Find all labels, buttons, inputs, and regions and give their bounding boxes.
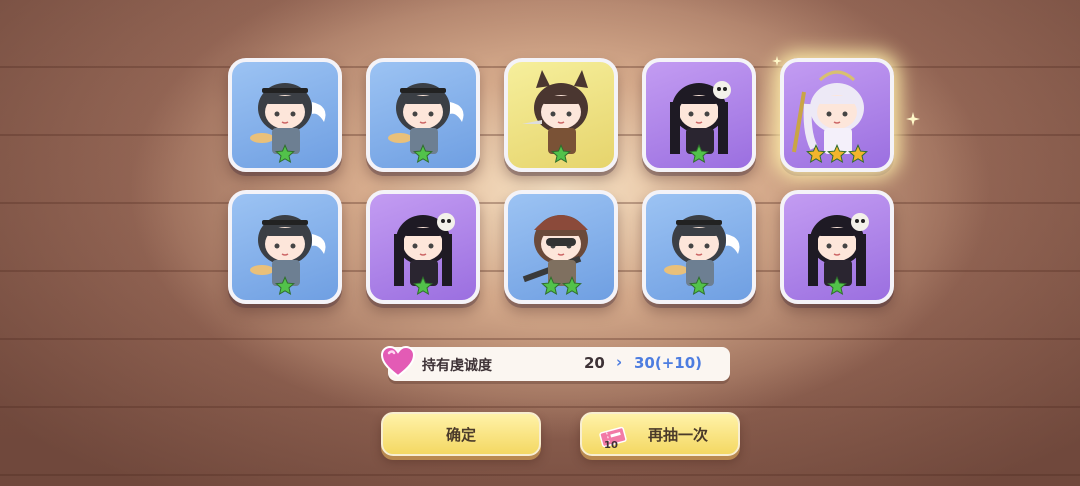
star-icon	[551, 144, 571, 164]
star-rating	[508, 276, 614, 296]
chevron-right-icon: ›	[616, 353, 623, 371]
star-rating	[370, 144, 476, 164]
devotion-current-value: 20	[584, 354, 605, 372]
confirm-button[interactable]: 确定	[381, 412, 541, 456]
star-rating	[646, 276, 752, 296]
character-card[interactable]	[642, 190, 756, 304]
star-icon	[827, 276, 847, 296]
star-icon	[689, 144, 709, 164]
character-card[interactable]	[642, 58, 756, 172]
star-icon	[413, 144, 433, 164]
sparkle-icon	[906, 112, 920, 126]
star-rating	[784, 276, 890, 296]
heart-icon	[380, 345, 416, 378]
character-card[interactable]	[366, 190, 480, 304]
star-icon	[540, 276, 561, 296]
star-icon	[806, 144, 826, 164]
ticket-count: 10	[604, 440, 618, 451]
star-icon	[848, 144, 868, 164]
sparkle-icon	[772, 56, 782, 66]
star-rating	[370, 276, 476, 296]
star-icon	[689, 276, 709, 296]
draw-again-label: 再抽一次	[647, 425, 708, 444]
star-rating	[646, 144, 752, 164]
star-icon	[561, 276, 582, 296]
devotion-bar: 持有虔诚度 20 › 30(+10)	[380, 345, 730, 381]
character-card[interactable]	[504, 58, 618, 172]
devotion-new-value: 30(+10)	[634, 354, 703, 372]
character-card[interactable]	[780, 58, 894, 172]
character-card[interactable]	[228, 58, 342, 172]
star-rating	[784, 144, 890, 164]
star-rating	[508, 144, 614, 164]
star-rating	[232, 144, 338, 164]
character-card[interactable]	[504, 190, 618, 304]
star-rating	[232, 276, 338, 296]
character-card[interactable]	[780, 190, 894, 304]
star-icon	[275, 276, 295, 296]
character-card[interactable]	[366, 58, 480, 172]
star-icon	[413, 276, 433, 296]
star-icon	[275, 144, 295, 164]
confirm-button-label: 确定	[445, 425, 476, 444]
star-icon	[827, 144, 847, 164]
draw-again-button[interactable]: 10 再抽一次	[580, 412, 740, 456]
devotion-label: 持有虔诚度	[422, 358, 492, 374]
character-card[interactable]	[228, 190, 342, 304]
